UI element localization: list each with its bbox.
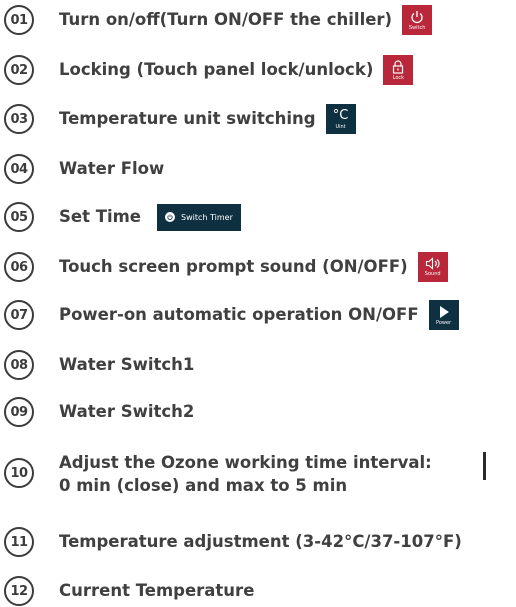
item-label-line2: 0 min (close) and max to 5 min xyxy=(59,476,348,495)
list-item: 08 Water Switch1 xyxy=(4,350,516,380)
item-label: Temperature adjustment (3-42°C/37-107°F) xyxy=(59,532,462,551)
list-item: 07 Power-on automatic operation ON/OFF P… xyxy=(4,300,516,330)
celsius-icon: °C xyxy=(332,107,349,123)
icon-caption: Lock xyxy=(392,74,405,81)
item-label-line1: Adjust the Ozone working time interval: xyxy=(59,453,432,472)
list-item: 12 Current Temperature xyxy=(4,576,516,606)
switch-timer-label: Switch Timer xyxy=(181,212,233,222)
item-number-badge: 10 xyxy=(4,458,34,488)
list-item: 11 Temperature adjustment (3-42°C/37-107… xyxy=(4,527,516,557)
list-item: 06 Touch screen prompt sound (ON/OFF) So… xyxy=(4,252,516,282)
list-item: 03 Temperature unit switching °C Uint xyxy=(4,104,516,134)
item-label: Water Switch1 xyxy=(59,355,195,374)
lock-icon xyxy=(393,59,404,74)
item-number-badge: 11 xyxy=(4,527,34,557)
power-icon xyxy=(411,10,423,23)
item-label: Temperature unit switching xyxy=(59,109,316,128)
celsius-icon-button[interactable]: °C Uint xyxy=(325,104,356,134)
list-item: 02 Locking (Touch panel lock/unlock) Loc… xyxy=(4,55,516,85)
switch-timer-button[interactable]: Switch Timer xyxy=(157,203,241,231)
item-number-badge: 12 xyxy=(4,576,34,606)
play-icon-button[interactable]: Power xyxy=(428,300,459,330)
icon-caption: Sound xyxy=(424,271,441,277)
sound-icon xyxy=(425,257,440,270)
item-label: Current Temperature xyxy=(59,581,255,600)
item-number-badge: 07 xyxy=(4,300,34,330)
list-item: 04 Water Flow xyxy=(4,154,516,184)
item-number-badge: 05 xyxy=(4,202,34,232)
icon-caption: Uint xyxy=(335,123,346,130)
list-item: 09 Water Switch2 xyxy=(4,397,516,427)
item-number-badge: 08 xyxy=(4,350,34,380)
item-number-badge: 04 xyxy=(4,154,34,184)
item-label: Water Switch2 xyxy=(59,402,195,421)
power-icon xyxy=(165,212,176,222)
item-number-badge: 01 xyxy=(4,5,34,35)
list-item: 05 Set Time Switch Timer xyxy=(4,202,516,232)
item-number-badge: 03 xyxy=(4,104,34,134)
power-icon-button[interactable]: Switch xyxy=(402,5,433,35)
item-label-block: Adjust the Ozone working time interval: … xyxy=(59,451,432,497)
play-icon xyxy=(439,305,449,318)
icon-caption: Power xyxy=(436,319,452,326)
divider-bar xyxy=(483,452,486,480)
item-label: Touch screen prompt sound (ON/OFF) xyxy=(59,257,408,276)
item-label: Power-on automatic operation ON/OFF xyxy=(59,305,419,324)
lock-icon-button[interactable]: Lock xyxy=(383,55,414,85)
item-label: Set Time xyxy=(59,207,142,226)
item-number-badge: 06 xyxy=(4,252,34,282)
list-item: 01 Turn on/off(Turn ON/OFF the chiller) … xyxy=(4,5,516,35)
sound-icon-button[interactable]: Sound xyxy=(417,252,448,282)
item-label: Turn on/off(Turn ON/OFF the chiller) xyxy=(59,10,393,29)
item-label: Water Flow xyxy=(59,159,165,178)
icon-caption: Switch xyxy=(408,24,426,31)
item-label: Locking (Touch panel lock/unlock) xyxy=(59,60,374,79)
item-number-badge: 02 xyxy=(4,55,34,85)
list-item: 10 Adjust the Ozone working time interva… xyxy=(4,451,516,497)
item-number-badge: 09 xyxy=(4,397,34,427)
